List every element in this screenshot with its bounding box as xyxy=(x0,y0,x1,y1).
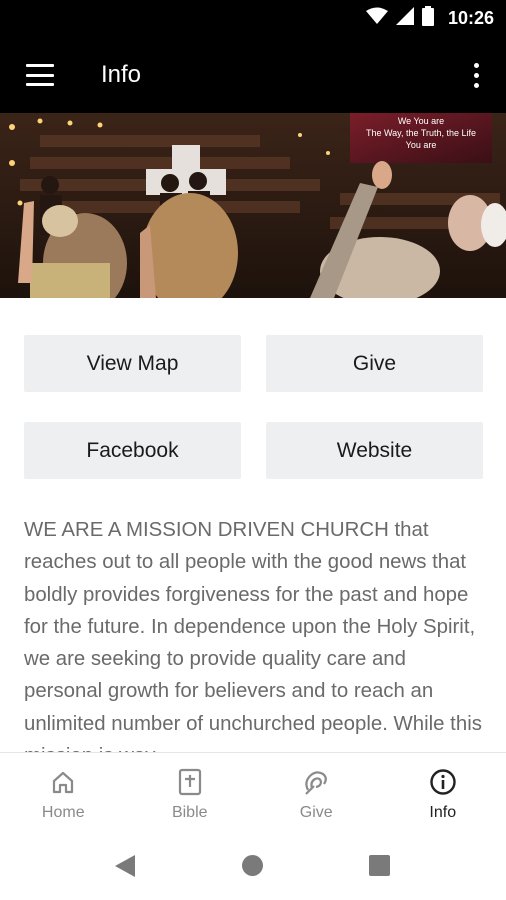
nav-label: Home xyxy=(41,804,85,821)
facebook-button[interactable]: Facebook xyxy=(24,422,241,479)
hero-image: We You are The Way, the Truth, the Life … xyxy=(0,113,506,298)
nav-label: Info xyxy=(429,804,457,821)
page-title: Info xyxy=(101,61,142,88)
nav-label: Give xyxy=(299,804,333,821)
nav-item-give[interactable]: Give xyxy=(253,753,380,830)
hamburger-menu-icon[interactable] xyxy=(24,60,56,90)
status-time: 10:26 xyxy=(447,7,494,28)
info-icon xyxy=(428,767,458,797)
give-icon xyxy=(301,767,331,797)
app-bar: Info xyxy=(0,36,506,113)
wifi-icon xyxy=(365,7,388,30)
nav-item-bible[interactable]: Bible xyxy=(127,753,254,830)
give-button[interactable]: Give xyxy=(266,335,483,392)
projection-screen-text: We You are The Way, the Truth, the Life … xyxy=(356,115,486,151)
system-navigation-bar xyxy=(0,830,506,900)
bottom-navigation: Home Bible Give Info xyxy=(0,752,506,830)
screen-line: The Way, the Truth, the Life xyxy=(365,128,477,138)
nav-item-info[interactable]: Info xyxy=(380,753,506,830)
status-icons: 10:26 xyxy=(365,0,494,36)
home-button-icon[interactable] xyxy=(242,855,263,876)
view-map-button[interactable]: View Map xyxy=(24,335,241,392)
home-icon xyxy=(48,767,78,797)
back-icon[interactable] xyxy=(114,854,136,883)
nav-label: Bible xyxy=(171,804,208,821)
screen-line: You are xyxy=(405,140,437,150)
status-bar: 10:26 xyxy=(0,0,506,36)
screen-line: We You are xyxy=(397,116,445,126)
church-description: WE ARE A MISSION DRIVEN CHURCH that reac… xyxy=(24,519,482,754)
recents-icon[interactable] xyxy=(369,855,390,876)
more-vert-icon[interactable] xyxy=(468,60,484,90)
bible-icon xyxy=(175,767,205,797)
battery-icon xyxy=(421,5,434,31)
website-button[interactable]: Website xyxy=(266,422,483,479)
signal-icon xyxy=(395,6,414,30)
nav-item-home[interactable]: Home xyxy=(0,753,127,830)
